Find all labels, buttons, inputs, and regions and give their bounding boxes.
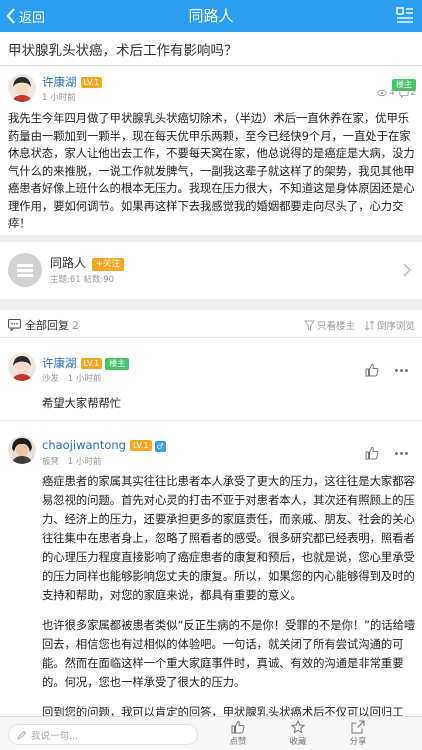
reply-item: 许康湖 LV.1 楼主 沙发 1 小时前 希望大家帮帮忙 [0,345,422,420]
follow-button[interactable]: +关注 [92,258,125,271]
more-options-icon[interactable] [395,368,408,372]
all-replies-label: 全部回复 2 [8,317,79,333]
level-badge: LV.1 [129,440,152,451]
male-gender-icon: ♂ [154,441,166,452]
avatar-image [8,436,36,464]
reply-time: 1 小时前 [67,374,102,384]
circle-card[interactable]: 同路人 +关注 主题:61 帖数:90 [0,243,422,299]
replies-header: 全部回复 2 只看楼主 倒序浏览 [0,310,422,338]
reverse-order-label[interactable]: 倒序浏览 [377,318,415,332]
reply-item: chaojiwantong LV.1 ♂ 板凳 1 小时前 癌症患者的家属其实往往比… [0,428,422,719]
author-name[interactable]: 许康湖 LV.1 [42,74,103,90]
sort-icon [364,319,375,331]
like-label: 点赞 [229,737,247,747]
reply-actions [365,363,408,377]
reply-actions [365,446,408,460]
edit-icon [17,730,27,740]
share-button[interactable]: 分享 [338,720,378,747]
level-badge: LV.1 [80,77,103,88]
chevron-right-icon[interactable] [403,263,412,277]
avatar[interactable] [8,74,36,102]
section-divider [0,299,422,310]
chat-icon [8,319,21,331]
op-badge: 楼主 [105,358,130,370]
post-content: 我先生今年四月做了甲状腺乳头状癌切除术，（半边）术后一直休养在家，优甲乐药量由一… [8,112,415,230]
comment-input[interactable]: 我说一句... [8,724,198,745]
more-options-icon[interactable] [395,451,408,455]
eye-icon [377,89,387,97]
section-divider [0,235,422,242]
divider [0,420,422,421]
level-badge: LV.1 [80,358,103,369]
bottom-toolbar: 我说一句... 点赞 收藏 分享 [0,716,422,750]
reply-paragraph: 也许很多家属都被患者类似“反正生病的不是你！受罪的不是你！”的话给噎回去，相信您… [42,619,416,689]
avatar-image [8,353,36,381]
star-icon [291,720,305,734]
avatar-image [8,74,36,102]
filter-icon [304,320,315,331]
reply-time: 1 小时前 [67,457,102,467]
thumbs-up-icon[interactable] [365,363,379,377]
reply-author-text[interactable]: chaojiwantong [42,438,126,452]
thumbs-up-icon[interactable] [365,446,379,460]
reverse-order-toggle[interactable]: 倒序浏览 [364,318,415,332]
favorite-label: 收藏 [289,737,307,747]
share-label: 分享 [349,737,367,747]
comment-input-placeholder[interactable]: 我说一句... [31,728,78,742]
avatar[interactable] [8,436,36,464]
comment-icon [398,89,409,98]
circle-name-text[interactable]: 同路人 [50,256,86,270]
view-count: 4 [389,88,395,98]
only-op-label[interactable]: 只看楼主 [317,318,355,332]
post-stats: 4 2 [377,88,416,98]
favorite-button[interactable]: 收藏 [278,720,318,747]
thread-title: 甲状腺乳头状癌，术后工作有影响吗？ [0,32,422,66]
floor-label: 板凳 [42,457,60,467]
author-name-text[interactable]: 许康湖 [42,75,77,89]
post-header: 许康湖 LV.1 1 小时前 楼主 4 2 [0,66,422,110]
reply-paragraph: 癌症患者的家属其实往往比患者本人承受了更大的压力，这往往是大家都容易忽视的问题。… [42,475,415,602]
reply-content: 癌症患者的家属其实往往比患者本人承受了更大的压力，这往往是大家都容易忽视的问题。… [42,472,416,733]
avatar[interactable] [8,353,36,381]
like-button[interactable]: 点赞 [218,720,258,747]
reply-meta: 板凳 1 小时前 [42,455,101,467]
nav-bar: 返回 同路人 [0,0,422,32]
all-replies-text: 全部回复 [25,319,69,332]
circle-stats: 主题:61 帖数:90 [50,275,115,285]
menu-icon[interactable] [396,7,414,25]
circle-logo [8,253,42,287]
thumbs-up-icon [231,720,245,734]
comment-count: 2 [410,88,416,98]
floor-label: 沙发 [42,374,60,384]
only-op-toggle[interactable]: 只看楼主 [304,318,355,332]
reply-meta: 沙发 1 小时前 [42,372,101,384]
share-icon [351,720,365,734]
reply-content: 希望大家帮帮忙 [42,397,122,410]
page-title: 同路人 [188,7,234,25]
reply-author[interactable]: chaojiwantong LV.1 ♂ [42,438,166,452]
post-time: 1 小时前 [42,93,76,103]
reply-author[interactable]: 许康湖 LV.1 楼主 [42,355,130,371]
reply-author-text[interactable]: 许康湖 [42,356,77,370]
reply-count: 2 [72,318,79,332]
circle-name[interactable]: 同路人 +关注 [50,254,125,271]
